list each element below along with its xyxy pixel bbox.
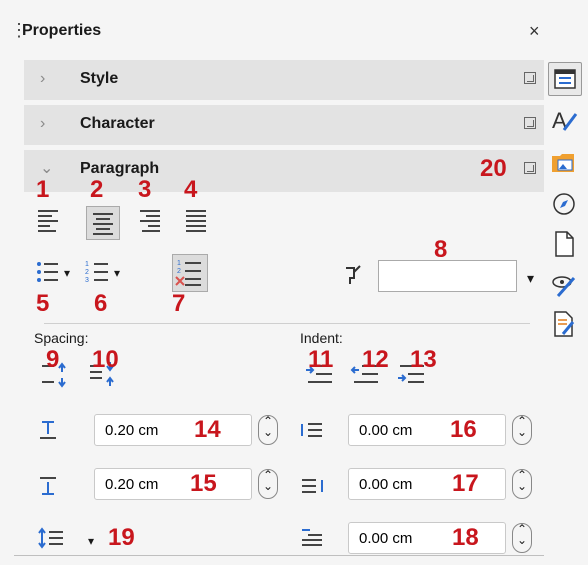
below-spacing-input[interactable] — [103, 475, 187, 494]
section-title-style: Style — [80, 70, 119, 87]
spacing-label: Spacing: — [34, 330, 89, 346]
above-spacing-field[interactable] — [94, 414, 252, 446]
indent-label: Indent: — [300, 330, 343, 346]
after-text-indent-icon — [302, 479, 323, 493]
above-spacing-spin-icon[interactable] — [258, 414, 278, 445]
annotation-3: 3 — [138, 176, 152, 203]
manage-changes-icon[interactable] — [548, 308, 580, 340]
before-text-indent-field[interactable] — [348, 414, 506, 446]
panel-title: Properties — [22, 22, 102, 39]
after-text-indent-input[interactable] — [357, 475, 441, 494]
annotation-10: 10 — [92, 346, 119, 373]
bottom-border — [14, 555, 550, 556]
annotation-19: 19 — [108, 524, 135, 551]
bullet-list-icon[interactable] — [34, 258, 62, 286]
chevron-down-icon[interactable]: ▾ — [114, 266, 120, 280]
above-spacing-icon — [40, 421, 56, 439]
first-line-indent-icon — [302, 529, 322, 546]
styles-icon[interactable]: A — [548, 104, 580, 136]
annotation-2: 2 — [90, 176, 104, 203]
below-spacing-field[interactable] — [94, 468, 252, 500]
below-spacing-icon — [40, 477, 56, 495]
annotation-15: 15 — [190, 470, 217, 497]
annotation-12: 12 — [362, 346, 389, 373]
numbered-list-icon[interactable]: 123 — [84, 258, 112, 286]
annotation-14: 14 — [194, 416, 221, 443]
chevron-right-icon: › — [40, 70, 46, 87]
first-line-indent-spin-icon[interactable] — [512, 522, 532, 553]
chevron-down-icon[interactable]: ▾ — [88, 534, 94, 548]
sidebar-deck: A — [544, 0, 588, 565]
gallery-icon[interactable] — [548, 146, 580, 178]
svg-text:2: 2 — [85, 269, 89, 276]
align-justify-icon[interactable] — [182, 206, 210, 234]
chevron-down-icon[interactable]: ▾ — [527, 270, 534, 287]
annotation-18: 18 — [452, 524, 479, 551]
first-line-indent-input[interactable] — [357, 529, 441, 548]
more-options-icon[interactable] — [524, 72, 536, 84]
annotation-13: 13 — [410, 346, 437, 373]
chevron-right-icon: › — [40, 115, 46, 132]
svg-text:1: 1 — [85, 261, 89, 268]
annotation-7: 7 — [172, 290, 186, 317]
sidebar-panel: ⋮ Properties × › Style › Character ⌄ Par… — [10, 0, 550, 565]
line-spacing-icon[interactable] — [36, 526, 66, 550]
annotation-11: 11 — [308, 346, 334, 373]
section-character[interactable]: › Character — [24, 105, 548, 145]
align-left-icon[interactable] — [34, 206, 62, 234]
annotation-8: 8 — [434, 236, 448, 263]
section-style[interactable]: › Style — [24, 60, 548, 100]
annotation-16: 16 — [450, 416, 477, 443]
annotation-4: 4 — [184, 176, 198, 203]
paragraph-style-icon[interactable] — [340, 262, 366, 288]
before-indent-spin-icon[interactable] — [512, 414, 532, 445]
navigator-icon[interactable] — [548, 188, 580, 220]
after-indent-spin-icon[interactable] — [512, 468, 532, 499]
page-icon[interactable] — [548, 228, 580, 260]
annotation-5: 5 — [36, 290, 50, 317]
before-text-indent-input[interactable] — [357, 421, 441, 440]
section-title-character: Character — [80, 115, 155, 132]
close-icon[interactable]: × — [529, 21, 540, 42]
align-center-icon[interactable] — [86, 206, 120, 240]
annotation-6: 6 — [94, 290, 108, 317]
style-inspector-icon[interactable] — [548, 268, 580, 300]
svg-text:3: 3 — [85, 277, 89, 284]
chevron-down-icon[interactable]: ▾ — [64, 266, 70, 280]
chevron-down-icon: ⌄ — [40, 160, 54, 177]
svg-text:2: 2 — [177, 268, 181, 275]
no-list-icon[interactable]: 12 — [172, 254, 208, 292]
properties-icon[interactable] — [548, 62, 582, 96]
more-options-icon[interactable] — [524, 162, 536, 174]
align-right-icon[interactable] — [136, 206, 164, 234]
paragraph-style-select[interactable] — [378, 260, 517, 292]
below-spacing-spin-icon[interactable] — [258, 468, 278, 499]
above-spacing-input[interactable] — [103, 421, 187, 440]
before-text-indent-icon — [301, 423, 322, 437]
divider — [44, 323, 530, 324]
annotation-9: 9 — [46, 346, 60, 373]
more-options-icon[interactable] — [524, 117, 536, 129]
annotation-17: 17 — [452, 470, 479, 497]
annotation-20: 20 — [480, 155, 507, 182]
after-text-indent-field[interactable] — [348, 468, 506, 500]
first-line-indent-field[interactable] — [348, 522, 506, 554]
annotation-1: 1 — [36, 176, 50, 203]
svg-text:1: 1 — [177, 260, 181, 267]
